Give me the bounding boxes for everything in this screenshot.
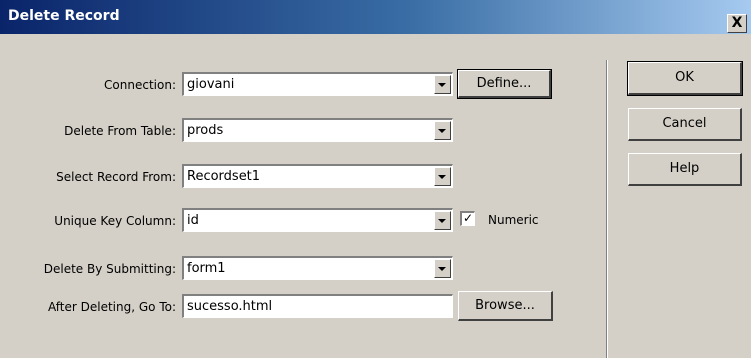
connection-select[interactable]: giovani (182, 72, 453, 96)
close-icon[interactable]: X (727, 14, 747, 33)
table-label: Delete From Table: (64, 124, 176, 138)
numeric-checkbox[interactable]: ✓ (460, 211, 475, 226)
connection-value: giovani (187, 77, 235, 92)
window-title: Delete Record (8, 8, 120, 24)
separator (606, 60, 608, 358)
chevron-down-icon[interactable] (434, 121, 451, 140)
select-record-value: Recordset1 (187, 169, 261, 184)
after-input[interactable]: sucesso.html (182, 294, 453, 318)
chevron-down-icon[interactable] (434, 211, 451, 230)
after-label: After Deleting, Go To: (48, 300, 176, 314)
table-select[interactable]: prods (182, 118, 453, 142)
unique-key-select[interactable]: id (182, 208, 453, 232)
chevron-down-icon[interactable] (434, 259, 451, 278)
define-button[interactable]: Define... (457, 69, 552, 99)
help-button[interactable]: Help (628, 153, 742, 186)
submit-value: form1 (187, 261, 226, 276)
check-icon: ✓ (462, 211, 474, 225)
select-record-label: Select Record From: (56, 170, 176, 184)
select-record-select[interactable]: Recordset1 (182, 164, 453, 188)
connection-label: Connection: (104, 78, 176, 92)
submit-label: Delete By Submitting: (43, 262, 176, 276)
browse-button[interactable]: Browse... (458, 291, 553, 321)
unique-key-label: Unique Key Column: (54, 214, 176, 228)
unique-key-value: id (187, 213, 199, 228)
chevron-down-icon[interactable] (434, 167, 451, 186)
title-bar[interactable]: Delete Record X (0, 0, 751, 34)
ok-button[interactable]: OK (627, 61, 743, 96)
numeric-label: Numeric (488, 213, 539, 227)
cancel-button[interactable]: Cancel (628, 108, 742, 141)
submit-select[interactable]: form1 (182, 256, 453, 280)
table-value: prods (187, 123, 224, 138)
after-value: sucesso.html (187, 299, 273, 314)
chevron-down-icon[interactable] (434, 75, 451, 94)
